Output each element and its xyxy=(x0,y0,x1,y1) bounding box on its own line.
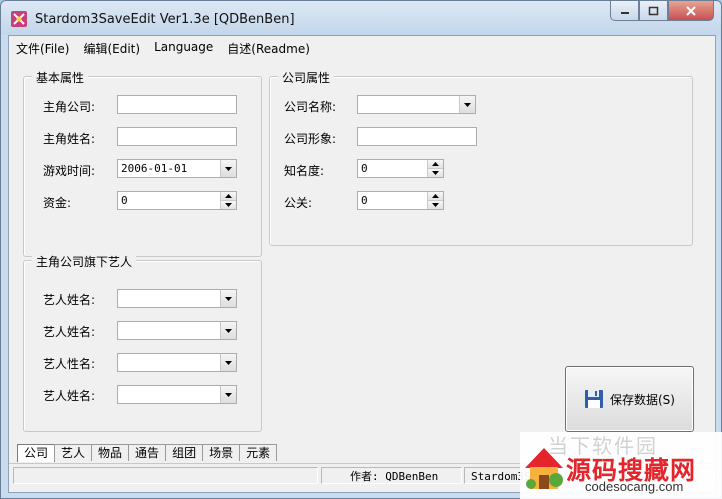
spin-up-button[interactable] xyxy=(428,160,443,168)
artist-label: 艺人姓名: xyxy=(43,325,96,339)
group-title-company: 公司属性 xyxy=(278,69,335,86)
fame-label: 知名度: xyxy=(284,164,325,178)
dropdown-button[interactable] xyxy=(220,160,236,177)
time-value: 2006-01-01 xyxy=(121,162,188,175)
dropdown-button[interactable] xyxy=(220,386,236,403)
chevron-down-icon xyxy=(225,360,232,365)
spin-down-button[interactable] xyxy=(428,200,443,209)
spin-up-button[interactable] xyxy=(428,192,443,200)
save-data-button[interactable]: 保存数据(S) xyxy=(565,366,694,432)
name-input[interactable] xyxy=(117,127,237,146)
app-window: Stardom3SaveEdit Ver1.3e [QDBenBen] 文件(F… xyxy=(0,0,722,499)
artist-label: 艺人姓名: xyxy=(43,293,96,307)
tab-groups[interactable]: 组团 xyxy=(165,444,204,461)
spin-down-button[interactable] xyxy=(221,200,236,209)
floppy-disk-icon xyxy=(585,390,603,408)
chevron-down-icon xyxy=(225,166,232,171)
client-area: 文件(File) 编辑(Edit) Language 自述(Readme) 基本… xyxy=(8,35,716,493)
artist-label: 艺人姓名: xyxy=(43,389,96,403)
maximize-icon xyxy=(648,6,659,15)
up-arrow-icon xyxy=(225,194,232,198)
tab-scenes[interactable]: 场景 xyxy=(202,444,241,461)
basic-attributes-group: 基本属性 主角公司: 主角姓名: 游戏时间: 2006-01-01 资金: 0 xyxy=(23,69,262,257)
dropdown-button[interactable] xyxy=(459,96,475,113)
close-icon xyxy=(686,5,696,16)
company-image-label: 公司形象: xyxy=(284,132,337,146)
company-label: 主角公司: xyxy=(43,100,96,114)
group-title-basic: 基本属性 xyxy=(32,69,89,86)
chevron-down-icon xyxy=(225,296,232,301)
down-arrow-icon xyxy=(225,203,232,207)
artist-select[interactable] xyxy=(117,321,237,340)
window-title: Stardom3SaveEdit Ver1.3e [QDBenBen] xyxy=(35,12,295,27)
dropdown-button[interactable] xyxy=(220,322,236,339)
artist-select[interactable] xyxy=(117,289,237,308)
pr-spinner[interactable]: 0 xyxy=(357,191,444,210)
watermark-url-text: codesocang.com xyxy=(585,479,684,494)
dropdown-button[interactable] xyxy=(220,290,236,307)
fame-spinner[interactable]: 0 xyxy=(357,159,444,178)
name-label: 主角姓名: xyxy=(43,132,96,146)
close-button[interactable] xyxy=(668,1,714,21)
pr-label: 公关: xyxy=(284,196,313,210)
time-label: 游戏时间: xyxy=(43,164,96,178)
down-arrow-icon xyxy=(432,171,439,175)
minimize-button[interactable] xyxy=(610,1,639,21)
company-name-select[interactable] xyxy=(357,95,476,114)
maximize-button[interactable] xyxy=(639,1,668,21)
tab-notices[interactable]: 通告 xyxy=(128,444,167,461)
title-bar[interactable]: Stardom3SaveEdit Ver1.3e [QDBenBen] xyxy=(1,1,721,35)
menu-language[interactable]: Language xyxy=(147,36,220,59)
money-label: 资金: xyxy=(43,196,72,210)
status-pane-blank xyxy=(13,467,318,484)
menu-readme[interactable]: 自述(Readme) xyxy=(220,36,317,59)
minimize-icon xyxy=(620,11,629,14)
house-logo-icon xyxy=(525,448,563,489)
spin-down-button[interactable] xyxy=(428,168,443,177)
up-arrow-icon xyxy=(432,194,439,198)
down-arrow-icon xyxy=(432,203,439,207)
menu-file[interactable]: 文件(File) xyxy=(9,36,76,59)
chevron-down-icon xyxy=(464,102,471,107)
chevron-down-icon xyxy=(225,392,232,397)
company-name-label: 公司名称: xyxy=(284,100,337,114)
tab-company[interactable]: 公司 xyxy=(17,444,56,462)
tab-items[interactable]: 物品 xyxy=(91,444,130,461)
time-picker[interactable]: 2006-01-01 xyxy=(117,159,237,178)
tab-elements[interactable]: 元素 xyxy=(239,444,278,461)
dropdown-button[interactable] xyxy=(220,354,236,371)
artist-select[interactable] xyxy=(117,353,237,372)
app-icon xyxy=(11,11,27,27)
save-data-label: 保存数据(S) xyxy=(610,392,675,407)
menu-edit[interactable]: 编辑(Edit) xyxy=(76,36,147,59)
tab-artists[interactable]: 艺人 xyxy=(54,444,93,461)
company-attributes-group: 公司属性 公司名称: 公司形象: 知名度: 0 公关: 0 xyxy=(269,69,693,246)
menu-bar: 文件(File) 编辑(Edit) Language 自述(Readme) xyxy=(9,36,715,59)
fame-value: 0 xyxy=(361,162,368,175)
chevron-down-icon xyxy=(225,328,232,333)
up-arrow-icon xyxy=(432,162,439,166)
money-value: 0 xyxy=(121,194,128,207)
pr-value: 0 xyxy=(361,194,368,207)
money-spinner[interactable]: 0 xyxy=(117,191,237,210)
tab-strip: 公司 艺人 物品 通告 组团 场景 元素 xyxy=(17,444,278,462)
artist-select[interactable] xyxy=(117,385,237,404)
company-image-input[interactable] xyxy=(357,127,477,146)
artist-label: 艺人性名: xyxy=(43,357,96,371)
company-input[interactable] xyxy=(117,95,237,114)
status-author: 作者: QDBenBen xyxy=(321,467,462,484)
spin-up-button[interactable] xyxy=(221,192,236,200)
group-title-artists: 主角公司旗下艺人 xyxy=(32,253,137,270)
artists-group: 主角公司旗下艺人 艺人姓名: 艺人姓名: 艺人性名: 艺人姓名: xyxy=(23,253,262,432)
